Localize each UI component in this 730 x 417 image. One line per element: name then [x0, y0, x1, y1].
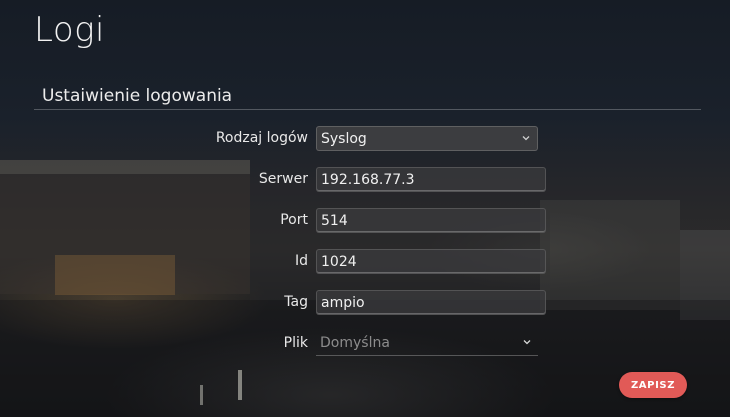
tag-label: Tag	[284, 294, 308, 310]
port-label: Port	[280, 212, 308, 228]
page-title: Logi	[34, 10, 105, 50]
port-row: Port 514	[0, 208, 730, 234]
file-label: Plik	[283, 335, 308, 351]
tag-row: Tag ampio	[0, 290, 730, 316]
id-row: Id 1024	[0, 249, 730, 275]
server-input[interactable]: 192.168.77.3	[316, 167, 546, 192]
log-type-row: Rodzaj logów Syslog	[0, 126, 730, 152]
section-divider	[34, 109, 701, 110]
log-type-value: Syslog	[321, 131, 367, 147]
server-label: Serwer	[258, 171, 308, 187]
file-select[interactable]: Domyślna	[316, 331, 538, 356]
id-input[interactable]: 1024	[316, 249, 546, 274]
chevron-down-icon	[522, 136, 530, 141]
id-label: Id	[294, 253, 308, 269]
chevron-down-icon	[523, 340, 531, 345]
server-row: Serwer 192.168.77.3	[0, 167, 730, 193]
tag-input[interactable]: ampio	[316, 290, 546, 315]
log-type-select[interactable]: Syslog	[316, 126, 538, 151]
save-button[interactable]: ZAPISZ	[619, 372, 687, 398]
port-input[interactable]: 514	[316, 208, 546, 233]
file-value: Domyślna	[320, 335, 390, 351]
file-row: Plik Domyślna	[0, 331, 730, 357]
log-type-label: Rodzaj logów	[215, 130, 308, 146]
section-title: Ustaiwienie logowania	[42, 86, 233, 106]
